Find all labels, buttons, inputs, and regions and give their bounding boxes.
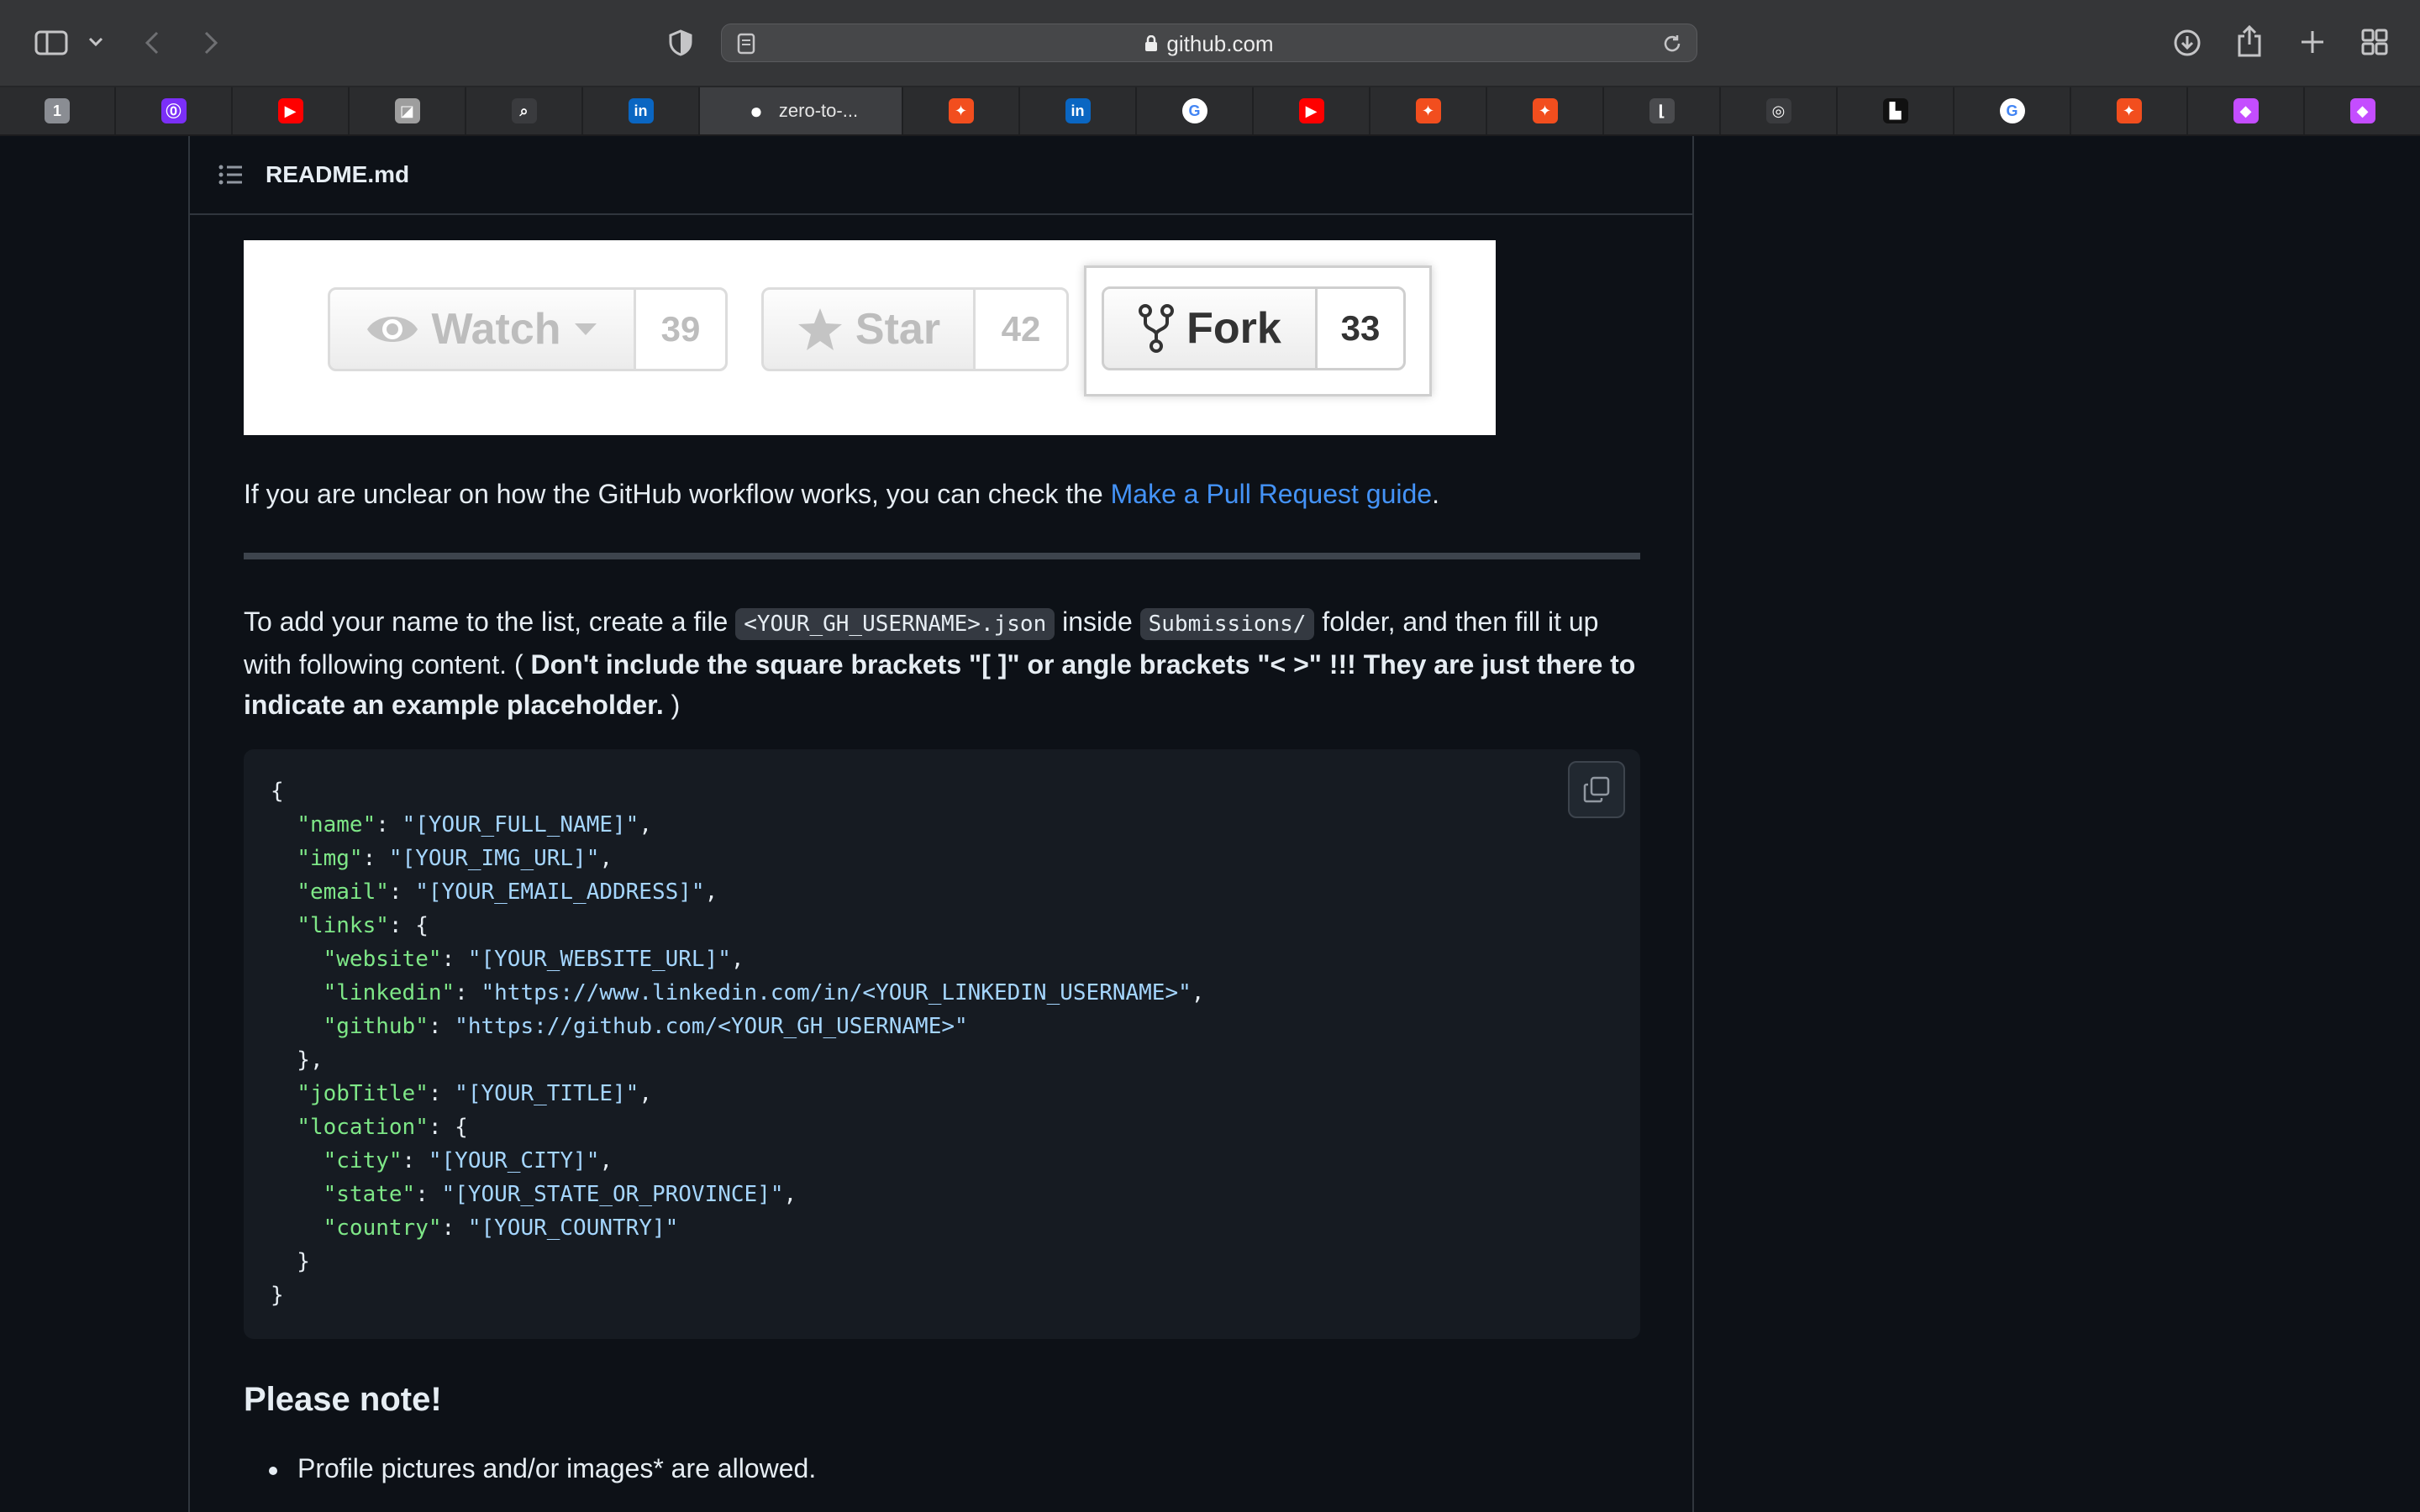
forward-icon[interactable]	[198, 27, 224, 59]
chevron-down-icon[interactable]	[84, 30, 108, 54]
figma-icon: ✦	[1415, 98, 1441, 123]
fork-label: Fork	[1186, 304, 1281, 353]
url-display: github.com	[722, 24, 1697, 63]
lock-icon	[1144, 35, 1158, 52]
figma-icon: ✦	[948, 98, 974, 123]
instructions-paragraph: To add your name to the list, create a f…	[244, 606, 1636, 720]
watch-label: Watch	[431, 305, 561, 354]
readme-title: README.md	[266, 161, 410, 187]
browser-tab[interactable]: ◪	[350, 87, 466, 134]
json-code-block[interactable]: { "name": "[YOUR_FULL_NAME]", "img": "[Y…	[244, 749, 1640, 1339]
workflow-paragraph: If you are unclear on how the GitHub wor…	[244, 479, 1439, 509]
caret-down-icon	[573, 322, 598, 337]
json-code: { "name": "[YOUR_FULL_NAME]", "img": "[Y…	[271, 779, 1205, 1308]
new-tab-icon[interactable]	[2297, 27, 2328, 57]
browser-tab[interactable]: G	[1137, 87, 1254, 134]
youtube-icon: ▶	[277, 98, 303, 123]
copy-button[interactable]	[1568, 761, 1625, 818]
app-icon: ⓪	[160, 98, 187, 123]
fork-icon	[1138, 304, 1175, 353]
downloads-icon[interactable]	[2171, 27, 2203, 59]
filename-code: <YOUR_GH_USERNAME>.json	[735, 608, 1055, 640]
please-note-heading: Please note!	[244, 1381, 442, 1418]
app-icon: ⌊	[1649, 98, 1675, 123]
browser-tab[interactable]: 1	[0, 87, 116, 134]
github-icon: ●	[750, 97, 763, 123]
linkedin-icon: in	[628, 98, 654, 123]
horizontal-rule	[244, 553, 1640, 559]
browser-tab[interactable]: ⌕	[466, 87, 583, 134]
figma-icon: ✦	[1532, 98, 1558, 123]
watch-count: 39	[636, 290, 725, 369]
browser-tab[interactable]: ● zero-to-...	[700, 87, 903, 134]
active-tab-label: zero-to-...	[778, 100, 859, 121]
browser-tab[interactable]: ✦	[1487, 87, 1604, 134]
browser-tab[interactable]: ⓪	[116, 87, 233, 134]
browser-toolbar: github.com	[0, 0, 2420, 87]
browser-tab[interactable]: ◎	[1721, 87, 1838, 134]
list-item: Profile pictures and/or images* are allo…	[268, 1453, 817, 1483]
readme-header: README.md	[190, 136, 1692, 215]
outline-list-icon[interactable]	[218, 164, 244, 186]
browser-tab[interactable]: ▶	[1254, 87, 1370, 134]
fork-count: 33	[1318, 289, 1403, 368]
browser-tab[interactable]: ▶	[233, 87, 350, 134]
eye-icon	[366, 311, 419, 348]
pull-request-guide-link[interactable]: Make a Pull Request guide	[1111, 479, 1432, 509]
back-icon[interactable]	[139, 27, 165, 59]
browser-tab[interactable]: in	[1020, 87, 1137, 134]
url-text: github.com	[1166, 30, 1274, 56]
figma-icon: ✦	[2116, 98, 2142, 123]
app-icon: ◆	[2233, 98, 2259, 123]
google-icon: G	[1999, 98, 2025, 123]
browser-tab[interactable]: in	[583, 87, 700, 134]
address-bar[interactable]: github.com	[721, 24, 1697, 62]
browser-tab[interactable]: ✦	[903, 87, 1020, 134]
browser-tab[interactable]: G	[1954, 87, 2071, 134]
search-app-icon: ⌕	[511, 98, 537, 123]
linkedin-icon: in	[1065, 98, 1091, 123]
browser-tab[interactable]: ◆	[2305, 87, 2420, 134]
share-icon[interactable]	[2235, 24, 2264, 59]
star-button-image: Star 42	[761, 287, 1069, 371]
browser-tab[interactable]: ✦	[1370, 87, 1487, 134]
star-label: Star	[855, 305, 941, 354]
google-icon: G	[1181, 98, 1207, 123]
youtube-icon: ▶	[1298, 98, 1324, 123]
1password-icon: 1	[45, 98, 70, 123]
fork-button-image: Fork 33	[1102, 286, 1406, 370]
unsplash-icon: ▙	[1882, 98, 1908, 123]
reload-icon[interactable]	[1661, 33, 1683, 55]
browser-tab[interactable]: ⌊	[1604, 87, 1721, 134]
browser-tab[interactable]: ▙	[1838, 87, 1954, 134]
app-icon: ◆	[2349, 98, 2375, 123]
github-buttons-image: Watch 39 Star 42 Fork 33	[244, 240, 1496, 435]
tab-overview-icon[interactable]	[2360, 27, 2390, 57]
compass-icon: ◎	[1765, 98, 1791, 123]
watch-button-image: Watch 39	[328, 287, 728, 371]
folder-code: Submissions/	[1139, 608, 1315, 640]
fork-highlight: Fork 33	[1084, 265, 1432, 396]
browser-tab[interactable]: ✦	[2071, 87, 2188, 134]
tab-bar: 1 ⓪ ▶ ◪ ⌕ in ● zero-to-... ✦ in G ▶ ✦ ✦ ⌊ ◎ ▙ G ✦ ◆ ◆	[0, 87, 2420, 136]
star-count: 42	[976, 290, 1066, 369]
star-icon	[797, 307, 844, 352]
sidebar-toggle-icon[interactable]	[32, 27, 71, 59]
copy-icon	[1583, 776, 1610, 803]
app-icon: ◪	[394, 98, 420, 123]
browser-tab[interactable]: ◆	[2188, 87, 2305, 134]
privacy-shield-icon[interactable]	[667, 29, 694, 57]
